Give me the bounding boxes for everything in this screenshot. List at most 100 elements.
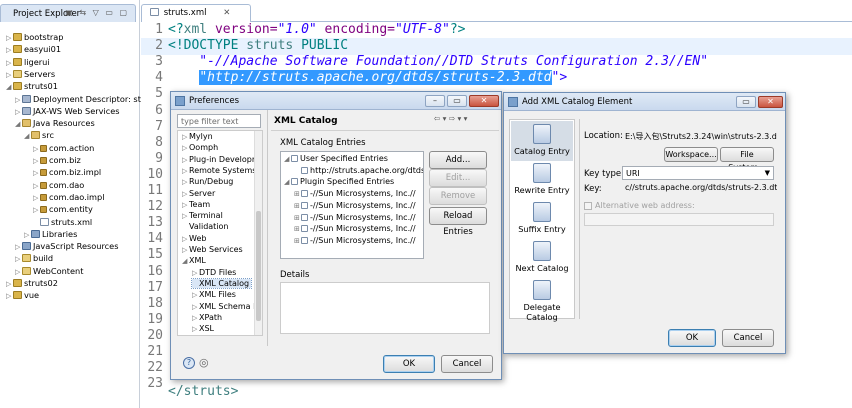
expand-toggle-icon[interactable]: ▷ [192,325,199,333]
help-icon[interactable]: ? [183,357,195,369]
expand-toggle-icon[interactable]: ▷ [33,167,40,179]
expand-toggle-icon[interactable]: ▷ [192,314,199,322]
expand-toggle-icon[interactable]: ▷ [6,44,13,56]
expand-toggle-icon[interactable]: ▷ [6,57,13,69]
expand-toggle-icon[interactable]: ◢ [6,81,13,93]
expand-toggle-icon[interactable]: ▷ [182,246,189,254]
expand-toggle-icon[interactable]: ▷ [33,143,40,155]
preferences-tree-item[interactable]: ▷ XML Schema F [192,302,258,311]
preferences-tree-item[interactable]: ▷ Remote Systems [182,166,256,175]
expand-toggle-icon[interactable]: ◢ [15,118,22,130]
maximize-button[interactable]: ▭ [447,95,467,107]
expand-toggle-icon[interactable]: ▷ [182,190,189,198]
project-tree-item[interactable]: ◢ Java Resources [15,117,95,129]
preferences-tree-item[interactable]: ▷ Run/Debug [182,177,233,186]
expand-toggle-icon[interactable]: ◢ [182,257,189,265]
catalog-entry[interactable]: ◢ User Specified Entries [284,154,388,163]
scrollbar-thumb[interactable] [256,211,261,321]
project-tree-item[interactable]: ▷ Servers [6,68,55,80]
expand-toggle-icon[interactable]: ▷ [192,291,199,299]
catalog-entry[interactable]: ⊞ -//Sun Microsystems, Inc.// [294,236,416,245]
reload-entries-button[interactable]: Reload Entries [429,207,487,237]
catalog-ok-button[interactable]: OK [668,329,716,347]
expand-toggle-icon[interactable]: ◢ [24,130,31,142]
project-explorer-tab[interactable]: Project Explorer ▣ ⇆ ▽ ▭ ▢ [0,4,136,22]
preferences-tree-item[interactable]: ▷ Mylyn [182,132,213,141]
project-tree-item[interactable]: ◢ src [24,129,54,141]
expand-toggle-icon[interactable]: ⊞ [294,225,301,233]
expand-toggle-icon[interactable]: ▷ [15,253,22,265]
project-tree-item[interactable]: ▷ com.action [33,142,94,154]
project-tree-item[interactable]: struts.xml [33,216,92,228]
expand-toggle-icon[interactable]: ▷ [182,201,189,209]
expand-toggle-icon[interactable]: ▷ [182,133,189,141]
project-tree-item[interactable]: ▷ JAX-WS Web Services [15,105,120,117]
restore-button[interactable]: ▭ [736,96,756,108]
expand-toggle-icon[interactable]: ▷ [6,290,13,302]
catalog-entry[interactable]: ⊞ -//Sun Microsystems, Inc.// [294,224,416,233]
preferences-tree-item[interactable]: ▷ Plug-in Developr [182,155,255,164]
expand-toggle-icon[interactable]: ▷ [33,204,40,216]
expand-toggle-icon[interactable]: ▷ [182,235,189,243]
project-tree-item[interactable]: ▷ WebContent [15,265,83,277]
workspace-button[interactable]: Workspace... [664,147,718,162]
catalog-entry[interactable]: ⊞ -//Sun Microsystems, Inc.// [294,189,416,198]
preferences-tree-item[interactable]: ▷ XML Files [192,290,236,299]
element-type-catalog-entry[interactable]: Catalog Entry [510,124,574,156]
catalog-cancel-button[interactable]: Cancel [722,329,774,347]
expand-toggle-icon[interactable]: ▷ [6,278,13,290]
close-tab-icon[interactable]: ✕ [223,8,230,18]
project-tree-item[interactable]: ▷ struts02 [6,277,58,289]
expand-toggle-icon[interactable]: ▷ [182,178,189,186]
expand-toggle-icon[interactable]: ▷ [182,167,189,175]
project-tree-item[interactable]: ▷ com.entity [33,203,93,215]
sash-divider[interactable] [267,110,268,346]
preferences-tree-item[interactable]: ▷ XSL [192,324,214,333]
catalog-entry[interactable]: ⊞ -//Sun Microsystems, Inc.// [294,213,416,222]
project-tree-item[interactable]: ▷ Deployment Descriptor: stru [15,93,149,105]
expand-toggle-icon[interactable]: ▷ [182,212,189,220]
view-toolbar-icons[interactable]: ▣ ⇆ ▽ ▭ ▢ [65,8,129,17]
project-tree-item[interactable]: ▷ com.dao [33,179,84,191]
element-type-delegate-catalog[interactable]: Delegate Catalog [510,280,574,322]
close-catalog-button[interactable]: ✕ [758,96,783,108]
project-tree-item[interactable]: ▷ com.biz [33,154,81,166]
project-tree-item[interactable]: ▷ Libraries [24,228,77,240]
preferences-tree-item[interactable]: ▷ Oomph [182,143,218,152]
catalog-entry[interactable]: ⊞ -//Sun Microsystems, Inc.// [294,201,416,210]
cancel-button[interactable]: Cancel [441,355,493,373]
element-type-rewrite-entry[interactable]: Rewrite Entry [510,163,574,195]
preferences-tree-item[interactable]: ▷ Web Services [182,245,243,254]
expand-toggle-icon[interactable]: ▷ [6,32,13,44]
filter-input[interactable]: type filter text [177,114,261,128]
minimize-button[interactable]: – [425,95,445,107]
project-tree-item[interactable]: ◢ struts01 [6,80,58,92]
project-tree-item[interactable]: ▷ bootstrap [6,31,63,43]
expand-toggle-icon[interactable]: ▷ [192,269,199,277]
ok-button[interactable]: OK [383,355,435,373]
preferences-tree-item[interactable]: ▷ DTD Files [192,268,236,277]
preferences-tree-item[interactable]: XML Catalog [190,277,253,289]
expand-toggle-icon[interactable]: ▷ [192,303,199,311]
expand-toggle-icon[interactable]: ▷ [6,69,13,81]
key-type-select[interactable]: URI ▼ [622,166,774,180]
preferences-tree-item[interactable]: ▷ Web [182,234,206,243]
import-export-icon[interactable]: ◎ [199,357,211,369]
add-button[interactable]: Add... [429,151,487,169]
project-tree-item[interactable]: ▷ JavaScript Resources [15,240,118,252]
project-tree-item[interactable]: ▷ com.biz.impl [33,166,101,178]
close-button[interactable]: ✕ [469,95,499,107]
alternative-address-field[interactable] [584,213,774,226]
catalog-entry[interactable]: http://struts.apache.org/dtds [294,166,423,175]
file-system-button[interactable]: File System... [720,147,774,172]
navigation-arrows[interactable]: ⇦ ▾ ⇨ ▾ ▾ [434,114,467,123]
expand-toggle-icon[interactable]: ▷ [33,180,40,192]
preferences-tree-item[interactable]: Validation [182,222,229,231]
expand-toggle-icon[interactable]: ▷ [33,192,40,204]
expand-toggle-icon[interactable]: ⊞ [294,190,301,198]
project-tree-item[interactable]: ▷ com.dao.impl [33,191,105,203]
remove-button[interactable]: Remove [429,187,487,205]
expand-toggle-icon[interactable]: ⊞ [294,214,301,222]
expand-toggle-icon[interactable]: ▷ [15,266,22,278]
expand-toggle-icon[interactable]: ▷ [24,229,31,241]
